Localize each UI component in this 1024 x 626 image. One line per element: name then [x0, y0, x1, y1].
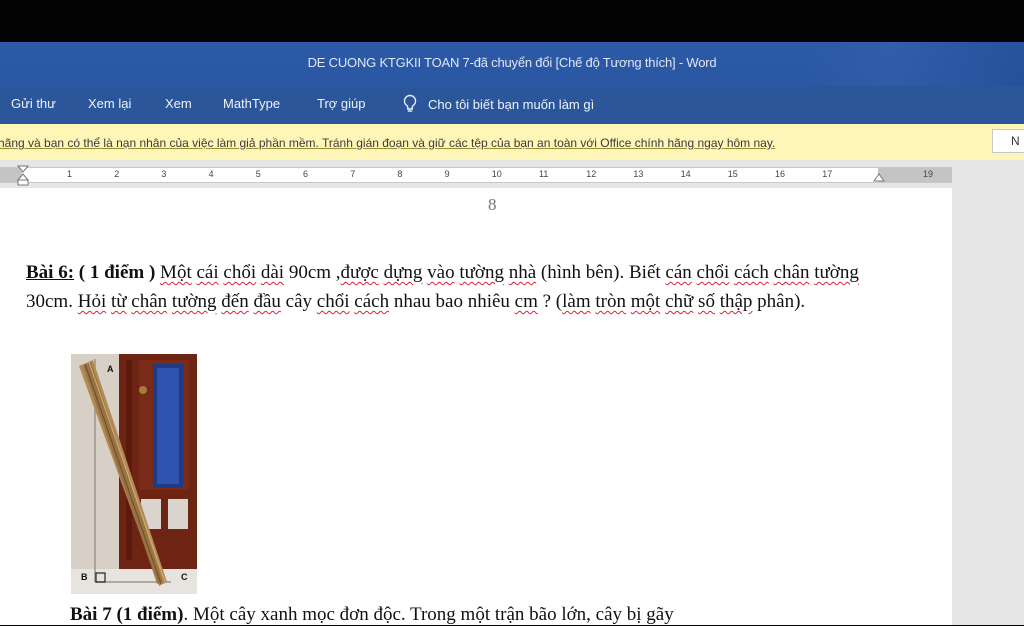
- figure-label-b: B: [81, 572, 88, 582]
- ruler-number: 1: [67, 169, 73, 179]
- page-number: 8: [488, 195, 497, 214]
- ruler-number: 3: [161, 169, 167, 179]
- ruler-number: 14: [680, 169, 691, 179]
- text-run: ? (: [537, 291, 563, 312]
- window-controls-blurred: [804, 42, 1024, 86]
- problem-6-points: ( 1 điểm ): [74, 262, 156, 283]
- ribbon-tabs: Gửi thư Xem lại Xem MathType Trợ giúp Ch…: [0, 86, 1024, 124]
- spellcheck-word: chân: [131, 291, 168, 312]
- license-warning-button[interactable]: N: [992, 129, 1024, 153]
- spellcheck-word: Hỏi: [77, 291, 107, 312]
- spellcheck-word: chữ: [665, 291, 694, 312]
- license-warning-text[interactable]: hãng và bạn có thể là nạn nhân của việc …: [0, 136, 775, 150]
- spellcheck-word: cái: [196, 262, 219, 283]
- problem-6-label: Bài 6:: [26, 262, 75, 283]
- tab-mailings[interactable]: Gửi thư: [11, 96, 56, 111]
- text-run: 90cm ,: [284, 262, 341, 283]
- text-run: cây: [280, 291, 317, 312]
- ruler-number: 2: [114, 169, 120, 179]
- indent-marker-icon[interactable]: [17, 165, 29, 187]
- spellcheck-word: tường: [459, 262, 504, 283]
- tell-me-label: Cho tôi biết bạn muốn làm gì: [428, 96, 595, 112]
- screen-top-bezel: [0, 0, 1024, 42]
- spellcheck-word: đầu: [253, 291, 281, 312]
- license-warning-bar: hãng và bạn có thể là nạn nhân của việc …: [0, 124, 1024, 160]
- ruler-number: 15: [727, 169, 738, 179]
- spellcheck-word: cán: [665, 262, 692, 283]
- horizontal-ruler[interactable]: 1 2 3 4 5 6 7 8 9 10 11 12 13 14 15 16 17 19: [0, 165, 952, 186]
- problem-7-body: . Một cây xanh mọc đơn độc. Trong một tr…: [183, 604, 674, 625]
- figure-label-a: A: [107, 364, 114, 374]
- ruler-number: 12: [586, 169, 597, 179]
- ruler-number: 6: [303, 169, 309, 179]
- spellcheck-word: chân: [773, 262, 810, 283]
- figure-label-c: C: [181, 572, 188, 582]
- text-run: phân).: [752, 291, 806, 312]
- spellcheck-word: từ: [110, 291, 127, 312]
- title-bar: DE CUONG KTGKII TOAN 7-đã chuyển đổi [Ch…: [0, 42, 1024, 86]
- ruler-number: 11: [539, 169, 549, 179]
- ruler-number: 7: [350, 169, 356, 179]
- right-indent-marker-icon[interactable]: [873, 172, 885, 182]
- text-run: nhau bao nhiêu: [389, 291, 515, 312]
- spellcheck-word: cách: [354, 291, 390, 312]
- spellcheck-word: được: [340, 262, 379, 283]
- spellcheck-word: thập: [719, 291, 753, 312]
- problem-6-text[interactable]: Bài 6: ( 1 điểm ) Một cái chổi dài 90cm …: [26, 258, 886, 316]
- spellcheck-word: tường: [814, 262, 859, 283]
- spellcheck-word: tròn: [595, 291, 626, 312]
- ruler-area: 1 2 3 4 5 6 7 8 9 10 11 12 13 14 15 16 17 19: [0, 160, 1024, 188]
- spellcheck-word: tường: [171, 291, 217, 312]
- tab-help[interactable]: Trợ giúp: [317, 96, 366, 111]
- spellcheck-word: chổi: [696, 262, 730, 283]
- lightbulb-icon: [403, 94, 417, 112]
- ruler-number: 8: [397, 169, 403, 179]
- tab-view[interactable]: Xem: [165, 96, 192, 111]
- tab-mathtype[interactable]: MathType: [223, 96, 280, 111]
- spellcheck-word: dựng: [383, 262, 423, 283]
- spellcheck-word: một: [630, 291, 661, 312]
- ruler-number: 10: [491, 169, 502, 179]
- spellcheck-word: vào: [427, 262, 455, 283]
- tab-review[interactable]: Xem lại: [88, 96, 131, 111]
- ruler-number: 5: [255, 169, 261, 179]
- spellcheck-word: chổi: [223, 262, 257, 283]
- spellcheck-word: chổi: [316, 291, 350, 312]
- broom-figure-image: A B C: [71, 354, 197, 594]
- spellcheck-word: đến: [221, 291, 249, 312]
- tell-me-search[interactable]: Cho tôi biết bạn muốn làm gì: [402, 94, 594, 114]
- ruler-number: 16: [775, 169, 786, 179]
- spellcheck-word: Một: [160, 262, 192, 283]
- spellcheck-word: làm: [562, 291, 591, 312]
- spellcheck-word: dài: [260, 262, 285, 283]
- ruler-number: 13: [633, 169, 644, 179]
- spellcheck-word: số: [698, 291, 715, 312]
- problem-7-text[interactable]: Bài 7 (1 điểm). Một cây xanh mọc đơn độc…: [70, 604, 674, 626]
- ruler-number: 4: [208, 169, 214, 179]
- ruler-number: 9: [444, 169, 450, 179]
- text-run: (hình bên). Biết: [536, 262, 666, 283]
- text-run: 30cm.: [26, 291, 78, 312]
- ruler-number: 19: [923, 169, 934, 179]
- spellcheck-word: cm: [514, 291, 538, 312]
- spellcheck-word: cách: [734, 262, 769, 283]
- problem-7-label: Bài 7 (1 điểm): [70, 604, 184, 625]
- ruler-number: 17: [822, 169, 833, 179]
- spellcheck-word: nhà: [508, 262, 537, 283]
